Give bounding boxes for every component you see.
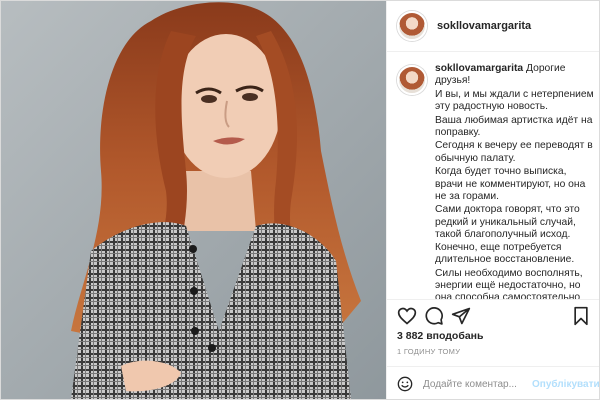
instagram-post-window: sokllovamargarita sokllovamargarita Доро… <box>0 0 600 400</box>
caption-line: Силы необходимо восполнять, энергии ещё … <box>435 267 583 300</box>
post-side-panel: sokllovamargarita sokllovamargarita Доро… <box>386 1 599 399</box>
caption-row: sokllovamargarita Дорогие друзья! И вы, … <box>387 59 599 299</box>
comment-icon[interactable] <box>424 306 444 326</box>
caption-text: sokllovamargarita Дорогие друзья! И вы, … <box>435 63 594 299</box>
post-actions: 3 882 вподобань 1 годину тому Опублікува… <box>387 299 599 399</box>
emoji-icon[interactable] <box>397 376 413 392</box>
likes-count[interactable]: 3 882 вподобань <box>397 330 483 342</box>
post-photo[interactable] <box>1 1 386 399</box>
caption-username[interactable]: sokllovamargarita <box>435 63 523 74</box>
post-timestamp[interactable]: 1 годину тому <box>397 347 460 356</box>
caption-line: И вы, и мы ждали с нетерпением эту радос… <box>435 88 594 113</box>
post-comment-button[interactable]: Опублікувати <box>532 379 599 390</box>
bookmark-icon[interactable] <box>571 306 591 326</box>
post-header: sokllovamargarita <box>387 1 599 52</box>
caption-line: Ваша любимая артистка идёт на поправку. <box>435 114 593 139</box>
heart-icon[interactable] <box>397 306 417 326</box>
caption-line: Когда будет точно выписка, врачи не комм… <box>435 166 586 203</box>
author-username[interactable]: sokllovamargarita <box>437 20 531 32</box>
caption-line: sokllovamargarita Дорогие друзья! <box>435 63 594 88</box>
author-avatar[interactable] <box>397 11 427 41</box>
add-comment-bar: Опублікувати <box>387 366 599 399</box>
caption-area: sokllovamargarita Дорогие друзья! И вы, … <box>387 59 599 299</box>
caption-author-avatar[interactable] <box>397 65 427 95</box>
post-photo-illustration <box>1 1 386 399</box>
share-icon[interactable] <box>451 306 471 326</box>
caption-line: Сами доктора говорят, что это редкий и у… <box>435 204 580 266</box>
comment-input[interactable] <box>421 377 530 391</box>
caption-line: Сегодня к вечеру ее переводят в обычную … <box>435 140 593 164</box>
action-icons <box>397 306 592 328</box>
